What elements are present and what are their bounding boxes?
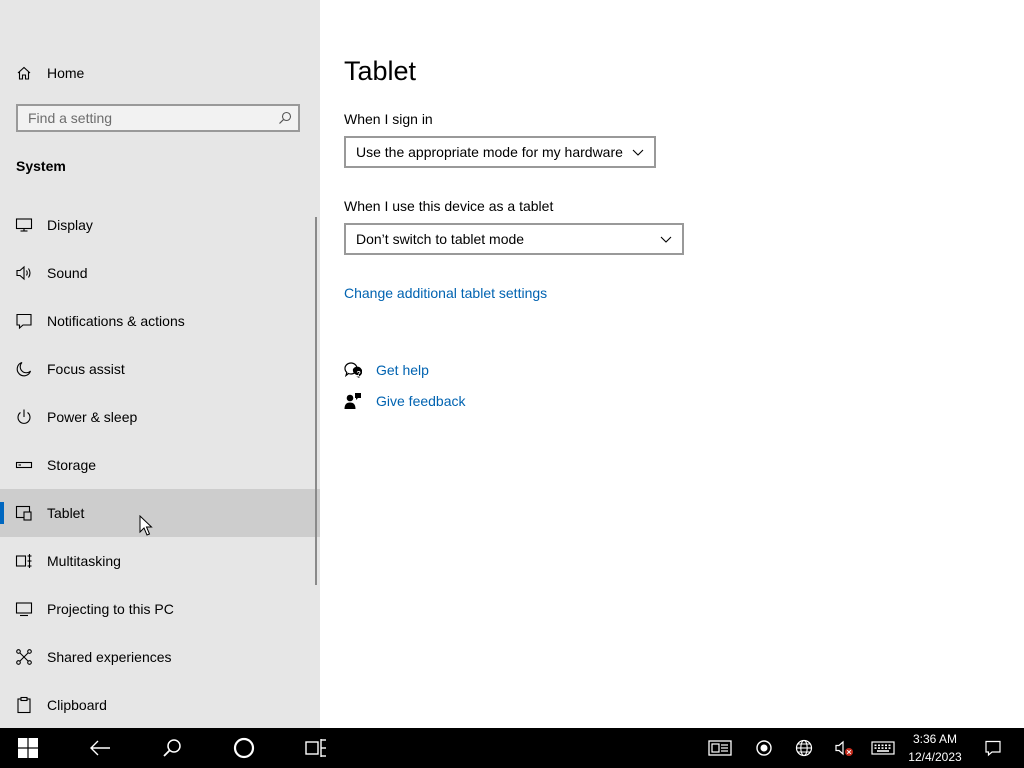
sidebar-item-sound[interactable]: Sound [0,249,320,297]
sidebar-item-label: Storage [47,457,97,473]
projecting-icon [15,600,33,618]
tablet-use-label: When I use this device as a tablet [344,198,554,214]
taskbar: 3:36 AM 12/4/2023 [0,728,1024,768]
chevron-down-icon [632,149,644,156]
sidebar-item-label: Multitasking [47,553,121,569]
news-button[interactable] [700,728,740,768]
sidebar-item-power-sleep[interactable]: Power & sleep [0,393,320,441]
record-button[interactable] [748,728,780,768]
search-icon[interactable] [278,111,292,125]
home-label: Home [47,65,85,81]
sidebar-item-focus-assist[interactable]: Focus assist [0,345,320,393]
network-button[interactable] [788,728,820,768]
home-nav-item[interactable]: Home [16,61,84,85]
sidebar-item-multitasking[interactable]: Multitasking [0,537,320,585]
record-icon [756,740,772,756]
shared-icon [15,648,33,666]
feedback-person-icon [344,392,362,410]
mouse-cursor-icon [139,515,153,536]
sidebar: Home System Display Sound Notifications … [0,0,320,728]
sidebar-item-label: Sound [47,265,88,281]
volume-muted-icon [835,740,853,756]
multitasking-icon [15,552,33,570]
home-icon [16,65,32,81]
cortana-button[interactable] [216,728,272,768]
search-input[interactable] [18,106,268,130]
task-view-icon [305,739,326,757]
get-help-link[interactable]: ? Get help [344,361,429,379]
volume-button[interactable] [828,728,860,768]
back-button[interactable] [72,728,128,768]
notification-icon [15,312,33,330]
additional-tablet-settings-link[interactable]: Change additional tablet settings [344,285,547,301]
sidebar-item-label: Projecting to this PC [47,601,174,617]
taskbar-search-button[interactable] [144,728,200,768]
search-icon [163,739,181,757]
sidebar-item-label: Tablet [47,505,85,521]
task-view-button[interactable] [288,728,344,768]
sidebar-item-clipboard[interactable]: Clipboard [0,681,320,729]
sidebar-item-label: Power & sleep [47,409,138,425]
sign-in-mode-dropdown[interactable]: Use the appropriate mode for my hardware [344,136,656,168]
speaker-icon [15,264,33,282]
main-content: Tablet When I sign in Use the appropriat… [320,0,1024,728]
sidebar-item-shared-experiences[interactable]: Shared experiences [0,633,320,681]
globe-icon [795,739,813,757]
sidebar-item-tablet[interactable]: Tablet [0,489,320,537]
start-button[interactable] [0,728,56,768]
keyboard-icon [871,741,895,755]
sidebar-item-projecting[interactable]: Projecting to this PC [0,585,320,633]
tablet-mode-dropdown[interactable]: Don’t switch to tablet mode [344,223,684,255]
taskbar-clock[interactable]: 3:36 AM 12/4/2023 [902,730,968,766]
nav-list: Display Sound Notifications & actions Fo… [0,201,320,729]
clock-time: 3:36 AM [912,732,958,746]
touch-keyboard-button[interactable] [866,728,900,768]
tablet-icon [15,504,33,522]
moon-icon [15,360,33,378]
give-feedback-label: Give feedback [376,393,466,409]
clock-date: 12/4/2023 [908,750,962,764]
notification-icon [985,740,1001,757]
help-chat-icon: ? [344,361,362,379]
sign-in-mode-value: Use the appropriate mode for my hardware [356,144,623,160]
clipboard-icon [15,696,33,714]
section-title: System [16,158,66,174]
sidebar-item-display[interactable]: Display [0,201,320,249]
sidebar-scrollbar[interactable] [315,217,317,585]
storage-icon [15,456,33,474]
sign-in-label: When I sign in [344,111,433,127]
windows-logo-icon [18,738,38,758]
sidebar-item-notifications[interactable]: Notifications & actions [0,297,320,345]
news-icon [708,740,732,756]
sidebar-item-label: Shared experiences [47,649,172,665]
sidebar-item-label: Display [47,217,93,233]
tablet-mode-value: Don’t switch to tablet mode [356,231,525,247]
svg-text:?: ? [357,371,361,378]
get-help-label: Get help [376,362,429,378]
chevron-down-icon [660,236,672,243]
sidebar-item-label: Clipboard [47,697,107,713]
action-center-button[interactable] [976,728,1010,768]
back-arrow-icon [90,740,110,756]
sidebar-item-label: Focus assist [47,361,125,377]
search-box[interactable] [16,104,300,132]
give-feedback-link[interactable]: Give feedback [344,392,466,410]
monitor-icon [15,216,33,234]
power-icon [15,408,33,426]
page-title: Tablet [344,56,417,86]
cortana-circle-icon [233,737,255,759]
sidebar-item-label: Notifications & actions [47,313,185,329]
sidebar-item-storage[interactable]: Storage [0,441,320,489]
